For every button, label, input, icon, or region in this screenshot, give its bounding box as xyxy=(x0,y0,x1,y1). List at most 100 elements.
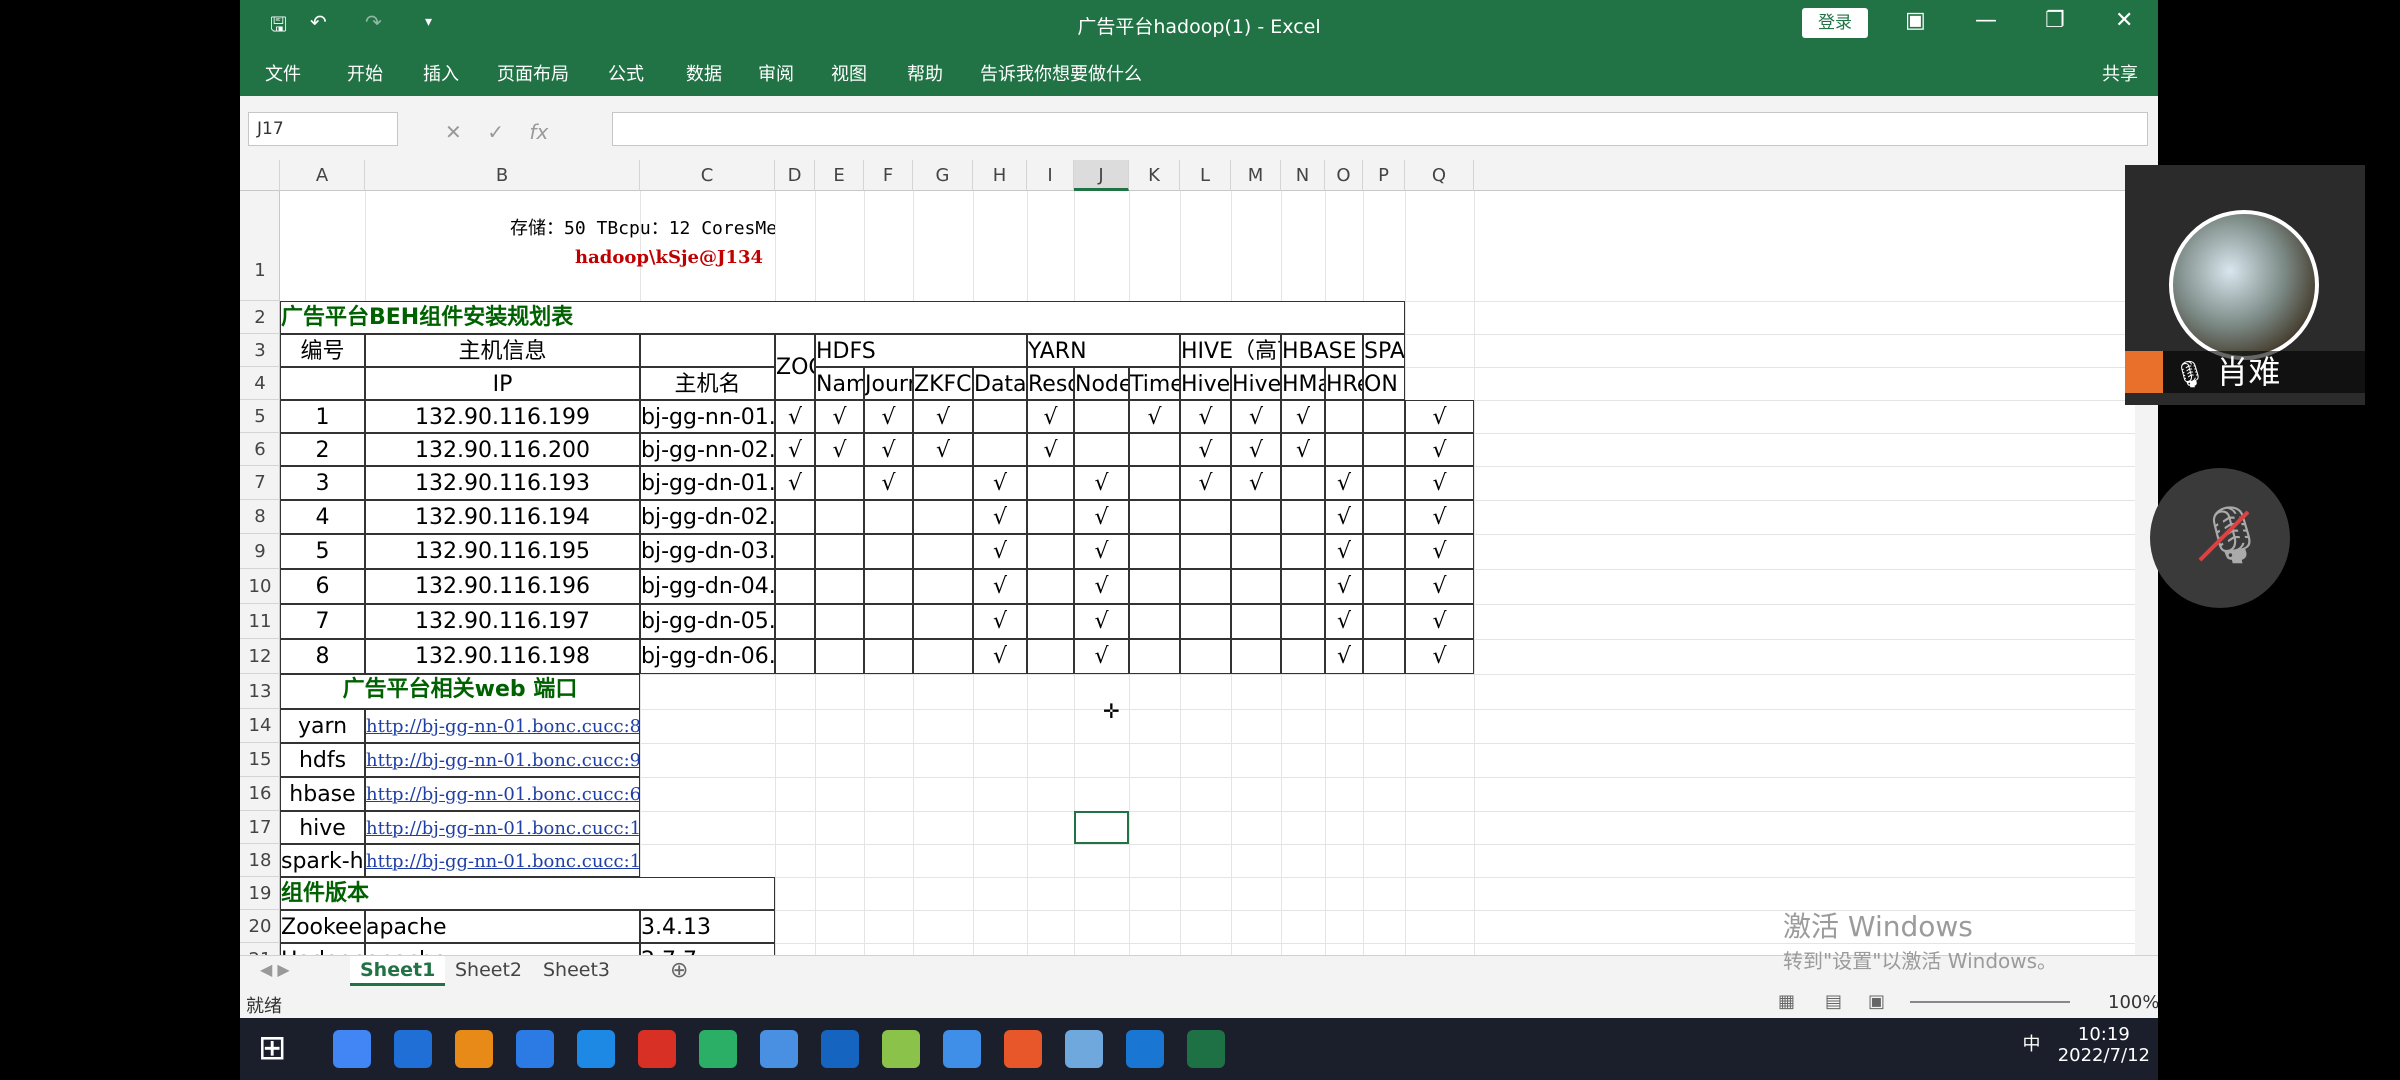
check-mark[interactable] xyxy=(1231,639,1281,674)
header-no-blank[interactable] xyxy=(280,367,365,400)
row-header-13[interactable]: 13 xyxy=(240,674,280,709)
column-header-P[interactable]: P xyxy=(1363,160,1405,191)
check-mark[interactable]: √ xyxy=(913,400,973,433)
check-mark[interactable]: √ xyxy=(1405,604,1474,639)
row-header-6[interactable]: 6 xyxy=(240,433,280,466)
column-header-O[interactable]: O xyxy=(1325,160,1363,191)
screen-icon[interactable] xyxy=(821,1030,859,1068)
subheader-5[interactable]: NodeM xyxy=(1074,367,1129,400)
check-mark[interactable] xyxy=(1281,604,1325,639)
row-header-17[interactable]: 17 xyxy=(240,811,280,844)
row-header-15[interactable]: 15 xyxy=(240,743,280,777)
check-mark[interactable] xyxy=(1180,534,1231,569)
check-mark[interactable]: √ xyxy=(973,604,1027,639)
check-mark[interactable] xyxy=(1363,639,1405,674)
check-mark[interactable] xyxy=(1129,604,1180,639)
tab-0[interactable]: 文件 xyxy=(265,60,301,86)
column-header-F[interactable]: F xyxy=(864,160,913,191)
row-ip[interactable]: 132.90.116.195 xyxy=(365,534,640,569)
check-mark[interactable] xyxy=(864,534,913,569)
row-header-19[interactable]: 19 xyxy=(240,877,280,910)
check-mark[interactable]: √ xyxy=(1405,433,1474,466)
row-no[interactable]: 6 xyxy=(280,569,365,604)
check-mark[interactable]: √ xyxy=(1405,400,1474,433)
row-no[interactable]: 5 xyxy=(280,534,365,569)
check-mark[interactable]: √ xyxy=(1074,500,1129,534)
check-mark[interactable] xyxy=(1231,604,1281,639)
column-header-K[interactable]: K xyxy=(1129,160,1180,191)
check-mark[interactable] xyxy=(775,500,815,534)
check-mark[interactable] xyxy=(864,569,913,604)
check-mark[interactable] xyxy=(1363,534,1405,569)
file-icon[interactable] xyxy=(1004,1030,1042,1068)
zoom-level[interactable]: 100% xyxy=(2108,992,2158,1013)
check-mark[interactable]: √ xyxy=(1325,604,1363,639)
subheader-8[interactable]: HiveSe xyxy=(1231,367,1281,400)
row-host[interactable]: bj-gg-dn-05.bonc.cucc xyxy=(640,604,775,639)
check-mark[interactable]: √ xyxy=(1405,534,1474,569)
row-ip[interactable]: 132.90.116.196 xyxy=(365,569,640,604)
version-number[interactable]: 3.4.13 xyxy=(640,910,775,943)
check-mark[interactable] xyxy=(1363,604,1405,639)
check-mark[interactable]: √ xyxy=(1325,500,1363,534)
column-header-J[interactable]: J xyxy=(1074,160,1129,191)
check-mark[interactable] xyxy=(1027,569,1074,604)
header-host[interactable]: 主机信息 xyxy=(365,334,640,367)
check-mark[interactable] xyxy=(1129,500,1180,534)
web-title[interactable]: 广告平台相关web 端口 xyxy=(280,674,640,709)
row-header-4[interactable]: 4 xyxy=(240,367,280,400)
check-mark[interactable] xyxy=(1281,500,1325,534)
check-mark[interactable] xyxy=(1363,466,1405,500)
check-mark[interactable] xyxy=(815,569,864,604)
check-mark[interactable]: √ xyxy=(1231,433,1281,466)
subheader-4[interactable]: Resour xyxy=(1027,367,1074,400)
row-host[interactable]: bj-gg-nn-01.bonc.cucc xyxy=(640,400,775,433)
check-mark[interactable] xyxy=(1027,500,1074,534)
check-mark[interactable]: √ xyxy=(1405,569,1474,604)
row-ip[interactable]: 132.90.116.194 xyxy=(365,500,640,534)
check-mark[interactable]: √ xyxy=(1405,466,1474,500)
tab-4[interactable]: 公式 xyxy=(608,60,644,86)
row-header-11[interactable]: 11 xyxy=(240,604,280,639)
restore-icon[interactable]: ❐ xyxy=(2045,8,2065,33)
column-header-G[interactable]: G xyxy=(913,160,973,191)
password-note[interactable]: hadoop\kSje@J134 xyxy=(365,191,775,301)
check-mark[interactable] xyxy=(815,534,864,569)
check-mark[interactable]: √ xyxy=(913,433,973,466)
subheader-10[interactable]: HRegi xyxy=(1325,367,1363,400)
check-mark[interactable]: √ xyxy=(1325,569,1363,604)
check-mark[interactable]: √ xyxy=(1074,639,1129,674)
header-yarn[interactable]: YARN xyxy=(1027,334,1180,367)
row-header-7[interactable]: 7 xyxy=(240,466,280,500)
check-mark[interactable] xyxy=(913,534,973,569)
check-mark[interactable]: √ xyxy=(1281,400,1325,433)
feishu-icon[interactable] xyxy=(516,1030,554,1068)
check-mark[interactable]: √ xyxy=(775,466,815,500)
check-mark[interactable] xyxy=(1231,534,1281,569)
check-mark[interactable] xyxy=(913,639,973,674)
row-no[interactable]: 8 xyxy=(280,639,365,674)
check-mark[interactable]: √ xyxy=(973,569,1027,604)
cells-area[interactable]: 存储：50 TBcpu：12 CoresMem：1800 GBhadoop\kS… xyxy=(280,191,2135,955)
row-header-10[interactable]: 10 xyxy=(240,569,280,604)
check-mark[interactable]: √ xyxy=(1325,466,1363,500)
subheader-6[interactable]: Time xyxy=(1129,367,1180,400)
subheader-11[interactable]: ON xyxy=(1363,367,1405,400)
check-mark[interactable] xyxy=(913,604,973,639)
check-mark[interactable] xyxy=(1129,639,1180,674)
check-mark[interactable]: √ xyxy=(1074,569,1129,604)
version-vendor[interactable]: apache xyxy=(365,910,640,943)
check-mark[interactable] xyxy=(1074,400,1129,433)
tab-6[interactable]: 审阅 xyxy=(758,60,794,86)
header-hdfs[interactable]: HDFS xyxy=(815,334,1027,367)
version-vendor[interactable]: apache xyxy=(365,943,640,955)
column-header-D[interactable]: D xyxy=(775,160,815,191)
row-header-5[interactable]: 5 xyxy=(240,400,280,433)
check-mark[interactable]: √ xyxy=(1325,534,1363,569)
header-spark[interactable]: SPARK xyxy=(1363,334,1405,367)
check-mark[interactable]: √ xyxy=(1405,500,1474,534)
row-host[interactable]: bj-gg-nn-02.bonc.cucc xyxy=(640,433,775,466)
check-mark[interactable]: √ xyxy=(1074,534,1129,569)
row-ip[interactable]: 132.90.116.200 xyxy=(365,433,640,466)
search-app-icon[interactable] xyxy=(455,1030,493,1068)
